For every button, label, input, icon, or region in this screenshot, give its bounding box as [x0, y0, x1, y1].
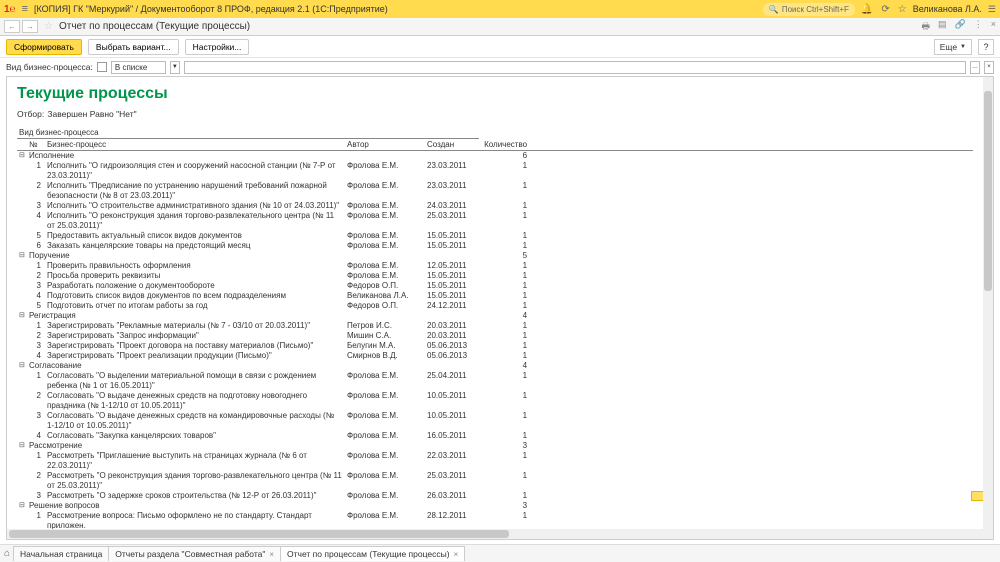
- more-button[interactable]: Еще▼: [934, 39, 972, 55]
- filter-label: Вид бизнес-процесса:: [6, 62, 93, 72]
- close-icon[interactable]: ×: [454, 550, 459, 559]
- bell-icon[interactable]: 🔔: [861, 4, 873, 15]
- window-title: [КОПИЯ] ГК "Меркурий" / Документооборот …: [34, 4, 388, 14]
- close-icon[interactable]: ×: [991, 19, 996, 35]
- collapse-icon[interactable]: ⊟: [17, 251, 27, 261]
- star-icon[interactable]: ☆: [898, 4, 907, 15]
- close-icon[interactable]: ×: [269, 550, 274, 559]
- data-row[interactable]: 1Рассмотреть "Приглашение выступить на с…: [17, 451, 973, 471]
- data-row[interactable]: 1Исполнить "О гидроизоляция стен и соору…: [17, 161, 973, 181]
- tab-start[interactable]: Начальная страница: [13, 546, 109, 561]
- filter-mode-combo[interactable]: В списке: [111, 61, 166, 74]
- group-row[interactable]: ⊟Поручение5: [17, 251, 973, 261]
- report-filter: Отбор: Завершен Равно "Нет": [17, 109, 973, 119]
- col-type: Вид бизнес-процесса: [17, 127, 479, 139]
- form-button[interactable]: Сформировать: [6, 39, 82, 55]
- collapse-icon[interactable]: ⊟: [17, 441, 27, 451]
- search-icon: 🔍: [769, 5, 779, 14]
- group-row[interactable]: ⊟Регистрация4: [17, 311, 973, 321]
- bottom-tabs: ⌂ Начальная страница Отчеты раздела "Сов…: [0, 544, 1000, 562]
- page-title: Отчет по процессам (Текущие процессы): [59, 21, 250, 32]
- filter-value-clear[interactable]: …: [970, 61, 980, 74]
- filter-mode-dropdown[interactable]: ▼: [170, 61, 180, 74]
- data-row[interactable]: 4Зарегистрировать "Проект реализации про…: [17, 351, 973, 361]
- help-button[interactable]: ?: [978, 39, 994, 55]
- filter-checkbox[interactable]: [97, 62, 107, 72]
- group-row[interactable]: ⊟Согласование4: [17, 361, 973, 371]
- history-icon[interactable]: ⟳: [881, 4, 889, 15]
- data-row[interactable]: 5Предоставить актуальный список видов до…: [17, 231, 973, 241]
- horizontal-scrollbar[interactable]: [7, 529, 983, 539]
- data-row[interactable]: 5Подготовить отчет по итогам работы за г…: [17, 301, 973, 311]
- variant-button[interactable]: Выбрать вариант...: [88, 39, 179, 55]
- back-button[interactable]: ←: [4, 20, 20, 33]
- filter-value-x[interactable]: ×: [984, 61, 994, 74]
- col-date: Создан: [425, 139, 479, 151]
- tab-current[interactable]: Отчет по процессам (Текущие процессы)×: [280, 546, 465, 561]
- col-qty: Количество: [479, 127, 529, 151]
- col-auth: Автор: [345, 139, 425, 151]
- collapse-icon[interactable]: ⊟: [17, 361, 27, 371]
- toolbar: Сформировать Выбрать вариант... Настройк…: [0, 36, 1000, 58]
- forward-button[interactable]: →: [22, 20, 38, 33]
- report-title: Текущие процессы: [17, 85, 973, 103]
- menu-icon[interactable]: ≡: [22, 3, 28, 15]
- subbar: ← → ☆ Отчет по процессам (Текущие процес…: [0, 18, 1000, 36]
- data-row[interactable]: 2Исполнить "Предписание по устранению на…: [17, 181, 973, 201]
- vertical-scrollbar[interactable]: [983, 77, 993, 539]
- data-row[interactable]: 6Заказать канцелярские товары на предсто…: [17, 241, 973, 251]
- report-table: Вид бизнес-процесса Количество № Бизнес-…: [17, 127, 973, 529]
- data-row[interactable]: 4Исполнить "О реконструкция здания торго…: [17, 211, 973, 231]
- titlebar: 1℮ ≡ [КОПИЯ] ГК "Меркурий" / Документооб…: [0, 0, 1000, 18]
- filterbar: Вид бизнес-процесса: В списке ▼ … ×: [0, 58, 1000, 76]
- chevron-down-icon: ▼: [960, 44, 966, 50]
- tab-reports[interactable]: Отчеты раздела "Совместная работа"×: [108, 546, 281, 561]
- data-row[interactable]: 4Подготовить список видов документов по …: [17, 291, 973, 301]
- menu-dots-icon[interactable]: ⋮: [974, 19, 983, 35]
- group-row[interactable]: ⊟Исполнение6: [17, 151, 973, 162]
- report-icon[interactable]: ▤: [938, 19, 947, 35]
- data-row[interactable]: 3Зарегистрировать "Проект договора на по…: [17, 341, 973, 351]
- data-row[interactable]: 2Согласовать "О выдаче денежных средств …: [17, 391, 973, 411]
- collapse-icon[interactable]: ⊟: [17, 151, 27, 162]
- data-row[interactable]: 3Рассмотреть "О задержке сроков строител…: [17, 491, 973, 501]
- data-row[interactable]: 1Зарегистрировать "Рекламные материалы (…: [17, 321, 973, 331]
- app-logo: 1℮: [4, 4, 16, 15]
- collapse-icon[interactable]: ⊟: [17, 501, 27, 511]
- settings-button[interactable]: Настройки...: [185, 39, 250, 55]
- data-row[interactable]: 3Исполнить "О строительстве администрати…: [17, 201, 973, 211]
- collapse-icon[interactable]: ⊟: [17, 311, 27, 321]
- data-row[interactable]: 3Разработать положение о документооборот…: [17, 281, 973, 291]
- user-menu-icon[interactable]: ☰: [988, 4, 996, 15]
- data-row[interactable]: 4Согласовать "Закупка канцелярских товар…: [17, 431, 973, 441]
- group-row[interactable]: ⊟Решение вопросов3: [17, 501, 973, 511]
- col-bp: Бизнес-процесс: [45, 139, 345, 151]
- data-row[interactable]: 3Согласовать "О выдаче денежных средств …: [17, 411, 973, 431]
- user-name[interactable]: Великанова Л.А.: [913, 4, 982, 14]
- group-row[interactable]: ⊟Рассмотрение3: [17, 441, 973, 451]
- home-icon[interactable]: ⌂: [4, 548, 10, 559]
- data-row[interactable]: 2Зарегистрировать "Запрос информации"Миш…: [17, 331, 973, 341]
- filter-value-combo[interactable]: [184, 61, 966, 74]
- data-row[interactable]: 2Просьба проверить реквизитыФролова Е.М.…: [17, 271, 973, 281]
- data-row[interactable]: 2Рассмотреть "О реконструкция здания тор…: [17, 471, 973, 491]
- report-area: Текущие процессы Отбор: Завершен Равно "…: [6, 76, 994, 540]
- col-num: №: [27, 139, 45, 151]
- print-icon[interactable]: 🖶: [922, 19, 931, 35]
- link-icon[interactable]: 🔗: [955, 19, 966, 35]
- data-row[interactable]: 1Рассмотрение вопроса: Письмо оформлено …: [17, 511, 973, 529]
- search-input[interactable]: 🔍 Поиск Ctrl+Shift+F: [763, 3, 855, 16]
- data-row[interactable]: 1Согласовать "О выделении материальной п…: [17, 371, 973, 391]
- favorite-icon[interactable]: ☆: [44, 21, 53, 32]
- data-row[interactable]: 1Проверить правильность оформленияФролов…: [17, 261, 973, 271]
